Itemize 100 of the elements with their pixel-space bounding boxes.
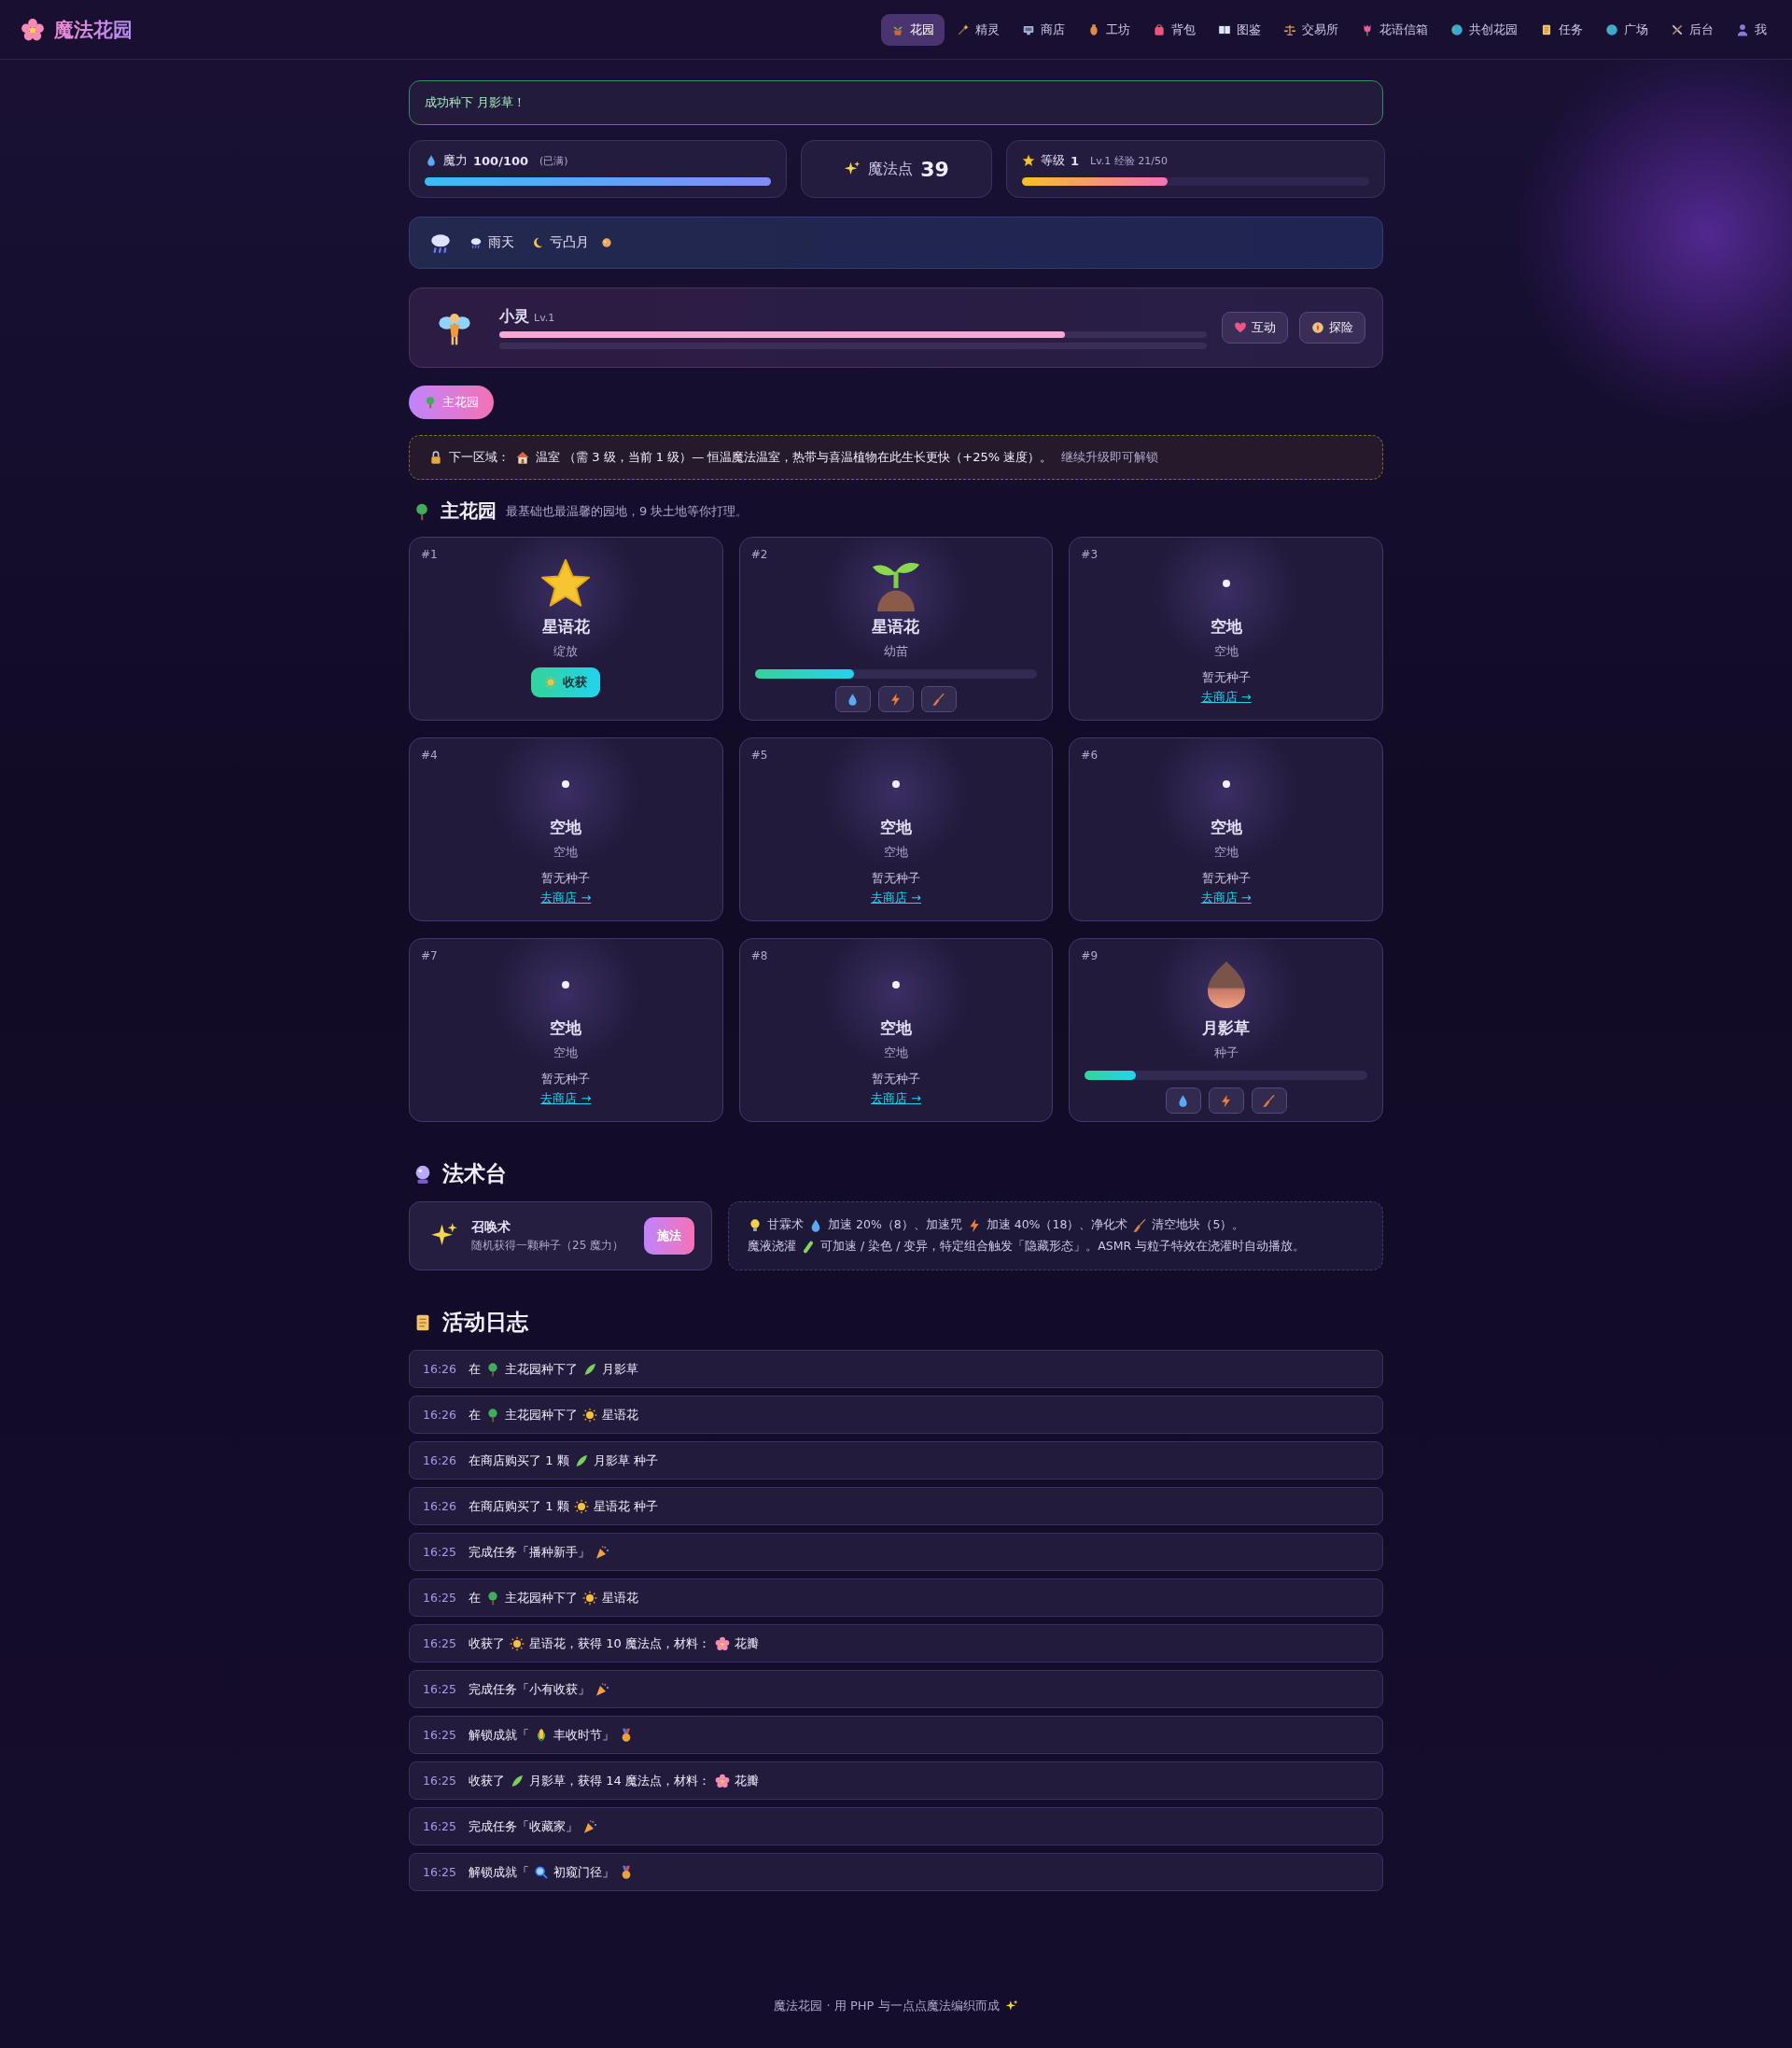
inline-text: 在 (469, 1406, 482, 1424)
plot-action-button[interactable] (835, 686, 871, 712)
soil-dot-icon (892, 780, 900, 788)
inline-text: 主花园种下了 (505, 1406, 579, 1424)
inline-text: 下一区域： (449, 449, 510, 466)
shop-link[interactable]: 去商店 → (1200, 890, 1252, 906)
plant-name: 空地 (550, 817, 582, 838)
log-time: 16:26 (423, 1408, 457, 1422)
sparkle-icon (844, 161, 861, 177)
inline-text: 在 (469, 1360, 482, 1378)
nav-tab[interactable]: 花园 (881, 13, 945, 46)
inline-text: 星语花 种子 (593, 1497, 658, 1515)
plot-action-button[interactable] (1208, 1087, 1244, 1114)
nav-tab[interactable]: 背包 (1142, 13, 1206, 46)
garden-plot-card[interactable]: #4 空地 空地 暂无种子 去商店 → (409, 737, 723, 921)
log-time: 16:25 (423, 1728, 457, 1742)
shop-link[interactable]: 去商店 → (540, 890, 592, 906)
garden-plot-card[interactable]: #3 空地 空地 暂无种子 去商店 → (1069, 537, 1383, 721)
weather-text: 雨天 (488, 234, 514, 251)
plot-number: #5 (750, 749, 768, 762)
flower-icon (714, 1773, 730, 1788)
nav-tab[interactable]: 广场 (1595, 13, 1659, 46)
garden-plot-card[interactable]: #5 空地 空地 暂无种子 去商店 → (738, 737, 1054, 921)
plot-number: #3 (1081, 548, 1099, 561)
shop-link[interactable]: 去商店 → (870, 890, 921, 906)
inline-text: 在 (469, 1589, 482, 1606)
garden-plot-card[interactable]: #1 星语花 绽放 收获 (409, 537, 723, 721)
inline-text: 加速 20%（8）、加速咒 (828, 1217, 962, 1233)
mana-note: (已满) (539, 153, 568, 168)
plot-number: #4 (421, 749, 438, 762)
log-time: 16:25 (423, 1682, 457, 1696)
bag-icon (1153, 22, 1166, 36)
nav-tab[interactable]: 共创花园 (1440, 13, 1528, 46)
nav-tab[interactable]: 图鉴 (1208, 13, 1271, 46)
broom-icon (931, 692, 946, 707)
plot-number: #1 (421, 548, 438, 561)
plot-number: #2 (750, 548, 768, 561)
shop-link[interactable]: 去商店 → (1200, 689, 1252, 706)
sprite-level: Lv.1 (534, 311, 555, 324)
section-title: 法术台 (442, 1160, 507, 1187)
garden-plot-card[interactable]: #7 空地 空地 暂无种子 去商店 → (409, 938, 723, 1122)
mana-value: 100/100 (473, 153, 529, 168)
plant-name: 月影草 (1202, 1017, 1251, 1039)
plot-number: #8 (750, 949, 768, 962)
no-seed-text: 暂无种子 (1201, 669, 1251, 686)
plot-action-button[interactable] (1165, 1087, 1201, 1114)
garden-plot-card[interactable]: #2 星语花 幼苗 (738, 537, 1054, 721)
inline-text: 甘霖术 (767, 1217, 804, 1233)
leaf-icon (582, 1361, 598, 1377)
inline-text: 清空地块（5）。 (1152, 1217, 1245, 1233)
star-icon (1022, 154, 1035, 167)
shop-link[interactable]: 去商店 → (540, 1090, 592, 1107)
nav-tab[interactable]: 后台 (1660, 13, 1724, 46)
harvest-button[interactable]: 收获 (531, 667, 601, 697)
party-icon (582, 1818, 598, 1834)
no-seed-text: 暂无种子 (1201, 870, 1251, 887)
sprite-name: 小灵 (499, 306, 529, 327)
plot-number: #7 (421, 949, 438, 962)
inline-text: 月影草 (602, 1360, 639, 1378)
nav-tab[interactable]: 商店 (1012, 13, 1075, 46)
sprite-action-button[interactable]: 探险 (1299, 312, 1365, 344)
nav-tab[interactable]: 任务 (1530, 13, 1593, 46)
shop-link[interactable]: 去商店 → (870, 1090, 921, 1107)
nav-tab[interactable]: 工坊 (1077, 13, 1141, 46)
soil-dot-icon (562, 981, 570, 989)
plant-name: 空地 (880, 1017, 912, 1039)
plant-name: 空地 (1210, 817, 1242, 838)
scale-icon (1283, 22, 1296, 36)
spell-description: 随机获得一颗种子（25 魔力） (471, 1237, 625, 1254)
inline-text: 完成任务「收藏家」 (469, 1817, 579, 1835)
section-title: 主花园 (441, 498, 497, 524)
flower-icon (714, 1635, 730, 1651)
nav-tab[interactable]: 我 (1726, 13, 1777, 46)
nav-tab[interactable]: 花语信箱 (1351, 13, 1438, 46)
plot-action-button[interactable] (878, 686, 914, 712)
garden-plot-card[interactable]: #6 空地 空地 暂无种子 去商店 → (1069, 737, 1383, 921)
log-time: 16:26 (423, 1453, 457, 1467)
section-subtitle: 最基础也最温馨的园地，9 块土地等你打理。 (506, 502, 749, 520)
inline-text: 星语花 (602, 1406, 639, 1424)
plant-name: 空地 (550, 1017, 582, 1039)
points-label: 魔法点 (868, 159, 914, 179)
inline-text: 主花园种下了 (505, 1589, 579, 1606)
level-label: 等级 (1041, 152, 1065, 169)
globe-icon (1605, 22, 1618, 36)
nav-tab[interactable]: 精灵 (946, 13, 1010, 46)
heart-icon (1234, 321, 1247, 334)
nav-tab[interactable]: 交易所 (1273, 13, 1349, 46)
plot-action-button[interactable] (921, 686, 957, 712)
garden-plot-card[interactable]: #9 月影草 种子 (1069, 938, 1383, 1122)
footer-text: 魔法花园 · 用 PHP 与一点点魔法编织而成 (774, 1998, 1000, 2014)
soil-dot-icon (1222, 580, 1230, 587)
tools-icon (1671, 22, 1684, 36)
leaf-icon (510, 1773, 525, 1788)
log-time: 16:25 (423, 1545, 457, 1559)
sun-icon (582, 1407, 598, 1423)
flower-icon (21, 17, 45, 42)
plot-action-button[interactable] (1251, 1087, 1287, 1114)
garden-plot-card[interactable]: #8 空地 空地 暂无种子 去商店 → (738, 938, 1054, 1122)
sprite-action-button[interactable]: 互动 (1222, 312, 1288, 344)
section-title: 活动日志 (442, 1309, 528, 1336)
